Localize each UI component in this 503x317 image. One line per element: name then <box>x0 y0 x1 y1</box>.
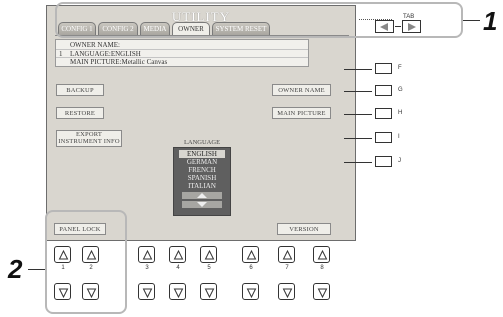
main-picture-line: MAIN PICTURE:Metallic Canvas <box>56 57 308 66</box>
triangle-down-icon <box>246 288 257 299</box>
up-button-8[interactable] <box>313 246 330 263</box>
callout-2: 2 <box>8 254 23 284</box>
triangle-down-icon <box>58 288 69 299</box>
language-item-italian[interactable]: ITALIAN <box>174 182 230 190</box>
button-number-7: 7 <box>285 265 289 271</box>
language-item-french[interactable]: FRENCH <box>174 166 230 174</box>
side-letter-i: I <box>398 134 400 140</box>
triangle-up-icon <box>58 249 69 260</box>
up-button-6[interactable] <box>242 246 259 263</box>
up-button-4[interactable] <box>169 246 186 263</box>
button-number-5: 5 <box>207 265 211 271</box>
side-j-dash <box>344 162 372 163</box>
side-letter-g: G <box>398 87 403 93</box>
arrow-left-icon <box>380 23 388 31</box>
button-number-4: 4 <box>176 265 180 271</box>
side-letter-f: F <box>398 65 402 71</box>
triangle-down-icon <box>282 288 293 299</box>
down-button-1[interactable] <box>54 283 71 300</box>
triangle-down-icon <box>142 288 153 299</box>
language-list[interactable]: ENGLISH GERMAN FRENCH SPANISH ITALIAN <box>173 147 231 216</box>
down-button-7[interactable] <box>278 283 295 300</box>
down-button-5[interactable] <box>200 283 217 300</box>
triangle-up-icon <box>246 249 257 260</box>
owner-name-button[interactable]: OWNER NAME <box>272 84 331 96</box>
button-number-8: 8 <box>320 265 324 271</box>
owner-info-box: 1 OWNER NAME: LANGUAGE:ENGLISH MAIN PICT… <box>55 39 309 67</box>
tab-control: TAB <box>371 13 471 39</box>
up-button-7[interactable] <box>278 246 295 263</box>
up-button-2[interactable] <box>82 246 99 263</box>
triangle-down-icon <box>204 288 215 299</box>
language-item-german[interactable]: GERMAN <box>174 158 230 166</box>
export-label-line1: EXPORT <box>75 131 103 138</box>
export-label-line2: INSTRUMENT INFO <box>58 138 120 145</box>
scroll-up-icon[interactable] <box>182 192 222 199</box>
side-button-f[interactable] <box>375 63 392 74</box>
version-button[interactable]: VERSION <box>277 223 331 235</box>
restore-button[interactable]: RESTORE <box>56 107 104 119</box>
language-label: LANGUAGE <box>183 139 221 146</box>
button-number-2: 2 <box>89 265 93 271</box>
backup-button[interactable]: BACKUP <box>56 84 104 96</box>
side-g-dash <box>344 91 372 92</box>
triangle-down-icon <box>317 288 328 299</box>
up-button-3[interactable] <box>138 246 155 263</box>
tab-right-button[interactable] <box>402 20 421 33</box>
arrow-right-icon <box>408 23 416 31</box>
triangle-up-icon <box>204 249 215 260</box>
triangle-down-icon <box>173 288 184 299</box>
tab-dash <box>395 26 401 27</box>
side-letter-h: H <box>398 110 403 116</box>
button-number-1: 1 <box>61 265 65 271</box>
triangle-up-icon <box>317 249 328 260</box>
down-button-4[interactable] <box>169 283 186 300</box>
triangle-up-icon <box>142 249 153 260</box>
up-button-1[interactable] <box>54 246 71 263</box>
button-number-3: 3 <box>145 265 149 271</box>
down-button-3[interactable] <box>138 283 155 300</box>
lcd-screen: UTILITY CONFIG 1 CONFIG 2 MEDIA OWNER SY… <box>46 5 356 241</box>
button-number-6: 6 <box>249 265 253 271</box>
up-button-5[interactable] <box>200 246 217 263</box>
tab-left-button[interactable] <box>375 20 394 33</box>
triangle-up-icon <box>173 249 184 260</box>
side-i-dash <box>344 138 372 139</box>
language-item-spanish[interactable]: SPANISH <box>174 174 230 182</box>
side-f-dash <box>344 69 372 70</box>
side-button-g[interactable] <box>375 85 392 96</box>
down-button-2[interactable] <box>82 283 99 300</box>
side-button-j[interactable] <box>375 156 392 167</box>
scroll-down-icon[interactable] <box>182 201 222 208</box>
callout-1: 1 <box>483 6 498 36</box>
side-button-h[interactable] <box>375 108 392 119</box>
owner-name-line: OWNER NAME: <box>70 41 120 49</box>
main-picture-button[interactable]: MAIN PICTURE <box>272 107 331 119</box>
side-h-dash <box>344 114 372 115</box>
side-button-i[interactable] <box>375 132 392 143</box>
callout-2-line <box>28 269 45 270</box>
export-instrument-info-button[interactable]: EXPORT INSTRUMENT INFO <box>56 130 122 147</box>
language-item-english[interactable]: ENGLISH <box>179 150 225 158</box>
side-letter-j: J <box>398 158 401 164</box>
triangle-up-icon <box>282 249 293 260</box>
down-button-6[interactable] <box>242 283 259 300</box>
down-button-8[interactable] <box>313 283 330 300</box>
triangle-down-icon <box>86 288 97 299</box>
triangle-up-icon <box>86 249 97 260</box>
